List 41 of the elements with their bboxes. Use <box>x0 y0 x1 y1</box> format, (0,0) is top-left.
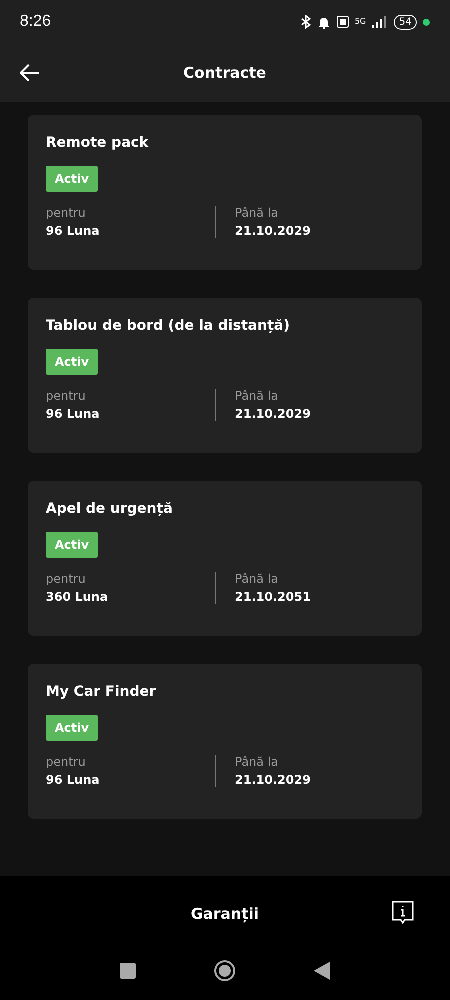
contract-name: Tablou de bord (de la distanță) <box>46 318 292 334</box>
contract-name: Remote pack <box>46 135 150 151</box>
contract-card[interactable]: My Car Finder Activ pentru 96 Luna Până la 21.10.2029 <box>28 664 422 819</box>
bell-icon <box>316 15 331 29</box>
info-icon[interactable] <box>391 901 415 926</box>
period-value: 96 Luna <box>46 224 101 238</box>
page-title: Contracte <box>184 64 266 82</box>
contract-name: Apel de urgență <box>46 501 174 517</box>
status-badge: Activ <box>46 715 98 741</box>
end-date-label: Până la <box>235 389 280 403</box>
status-badge: Activ <box>46 532 98 558</box>
end-date-value: 21.10.2029 <box>235 224 312 238</box>
battery-level: 54 <box>394 14 417 30</box>
period-label: pentru <box>46 206 87 220</box>
end-date-label: Până la <box>235 755 280 769</box>
end-date-value: 21.10.2051 <box>235 590 312 604</box>
period-label: pentru <box>46 389 87 403</box>
end-date-value: 21.10.2029 <box>235 773 312 787</box>
signal-icon <box>372 16 388 28</box>
end-date-label: Până la <box>235 572 280 586</box>
status-badge: Activ <box>46 166 98 192</box>
home-icon[interactable] <box>214 960 236 982</box>
period-label: pentru <box>46 572 87 586</box>
contract-card[interactable]: Apel de urgență Activ pentru 360 Luna Până la 21.10.2051 <box>28 481 422 636</box>
status-time: 8:26 <box>20 13 52 31</box>
status-badge: Activ <box>46 349 98 375</box>
back-button[interactable] <box>20 64 40 82</box>
contract-card[interactable]: Remote pack Activ pentru 96 Luna Până la 21.10.2029 <box>28 115 422 270</box>
period-value: 360 Luna <box>46 590 110 604</box>
end-date-value: 21.10.2029 <box>235 407 312 421</box>
end-date-label: Până la <box>235 206 280 220</box>
back-nav-icon[interactable] <box>314 962 330 980</box>
network-label: 5G <box>354 18 366 26</box>
period-label: pentru <box>46 755 87 769</box>
warranties-tab[interactable]: Garanții <box>190 904 260 922</box>
privacy-dot <box>423 18 430 26</box>
contract-name: My Car Finder <box>46 684 158 700</box>
period-value: 96 Luna <box>46 773 101 787</box>
period-value: 96 Luna <box>46 407 101 421</box>
bluetooth-icon <box>300 15 311 29</box>
contract-card[interactable]: Tablou de bord (de la distanță) Activ pentru 96 Luna Până la 21.10.2029 <box>28 298 422 453</box>
